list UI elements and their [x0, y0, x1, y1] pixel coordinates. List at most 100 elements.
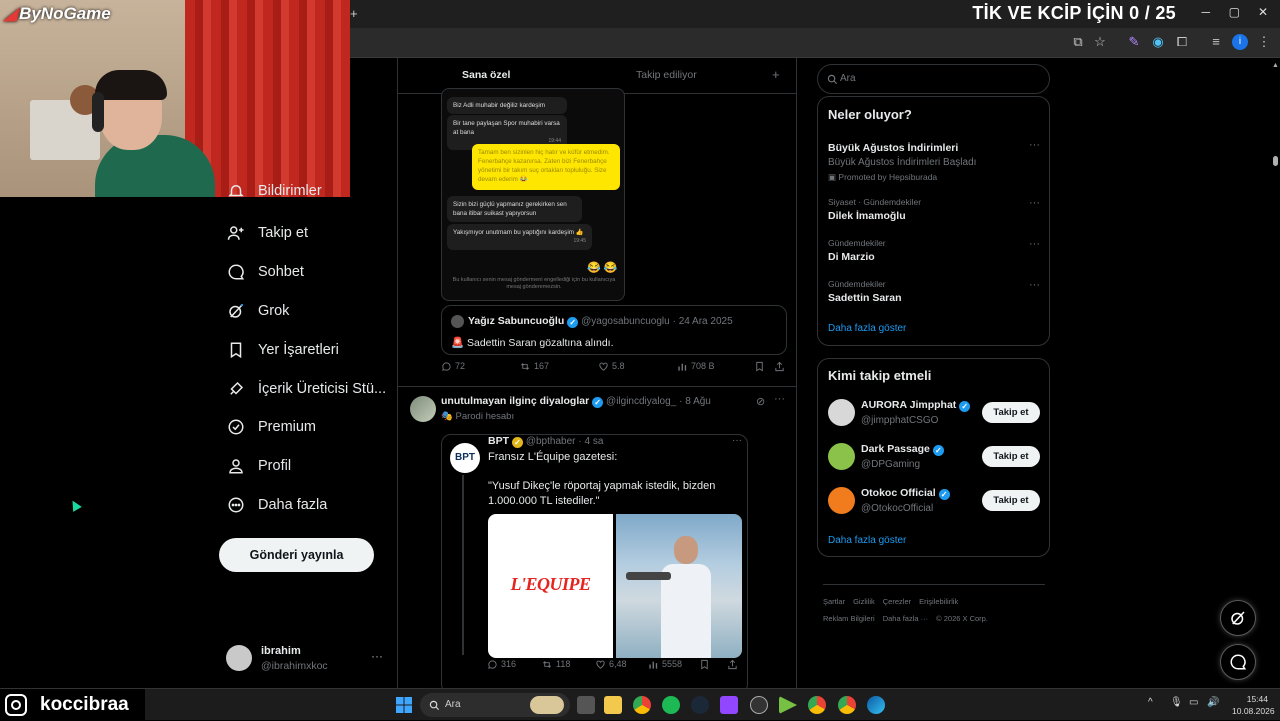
- network-icon[interactable]: ▭: [1189, 697, 1198, 708]
- restore-icon[interactable]: ▢: [1229, 5, 1240, 19]
- tweet-date[interactable]: · 8 Ağu: [679, 396, 711, 407]
- minimize-icon[interactable]: ─: [1201, 5, 1210, 19]
- nav-item-follow[interactable]: Takip et: [226, 218, 308, 248]
- close-icon[interactable]: ✕: [1258, 5, 1268, 19]
- taskbar-clock[interactable]: 15:44 10.08.2026: [1232, 694, 1275, 716]
- footer-link[interactable]: Erişilebilirlik: [919, 597, 958, 606]
- star-icon[interactable]: ☆: [1092, 34, 1108, 50]
- nav-item-premium[interactable]: Premium: [226, 412, 316, 442]
- post-button[interactable]: Gönderi yayınla: [219, 538, 374, 572]
- messages-fab-button[interactable]: [1220, 644, 1256, 680]
- repost-button[interactable]: 118: [541, 659, 570, 670]
- file-explorer-icon[interactable]: [604, 696, 622, 714]
- footer-link[interactable]: Şartlar: [823, 597, 845, 606]
- footer-link[interactable]: Gizlilik: [853, 597, 875, 606]
- repost-button[interactable]: 167: [519, 361, 549, 372]
- nav-item-grok[interactable]: Grok: [226, 296, 289, 326]
- footer-link[interactable]: Daha fazla ···: [883, 614, 928, 623]
- follow-suggestion[interactable]: AURORA Jimpphat ✓ @jimpphatCSGO Takip et: [828, 397, 1040, 429]
- search-input[interactable]: Ara: [817, 64, 1050, 94]
- more-dots-icon[interactable]: ···: [1029, 279, 1040, 291]
- show-more-follow-link[interactable]: Daha fazla göster: [828, 535, 906, 546]
- page-scrollbar[interactable]: ▲: [1270, 58, 1280, 688]
- views-button[interactable]: 708 B: [677, 361, 715, 372]
- chrome-icon[interactable]: [808, 696, 826, 714]
- pen-icon[interactable]: ✎: [1126, 34, 1142, 50]
- follow-button[interactable]: Takip et: [982, 402, 1040, 423]
- tray-chevron-icon[interactable]: ^: [1148, 697, 1153, 708]
- volume-icon[interactable]: 🔊: [1207, 697, 1219, 708]
- trend-item[interactable]: Gündemdekiler Sadettin Saran ···: [828, 279, 1040, 304]
- trend-item[interactable]: Siyaset · Gündemdekiler Dilek İmamoğlu ·…: [828, 197, 1040, 222]
- nav-item-chat[interactable]: Sohbet: [226, 257, 304, 287]
- new-tab-icon[interactable]: +: [350, 6, 358, 21]
- nav-item-creator-studio[interactable]: İçerik Üreticisi Stü...: [226, 374, 386, 404]
- like-button[interactable]: 6,48: [595, 659, 627, 670]
- chrome-icon[interactable]: [838, 696, 856, 714]
- more-dots-icon[interactable]: ···: [1029, 139, 1040, 151]
- steam-icon[interactable]: [691, 696, 709, 714]
- share-icon[interactable]: [774, 361, 785, 372]
- nav-item-more[interactable]: Daha fazla: [226, 490, 327, 520]
- quoted-tweet[interactable]: Yağız Sabuncuoğlu ✓ @yagosabuncuoglu · 2…: [441, 305, 787, 355]
- nav-item-bookmarks[interactable]: Yer İşaretleri: [226, 335, 339, 365]
- follow-button[interactable]: Takip et: [982, 446, 1040, 467]
- twitch-icon[interactable]: [720, 696, 738, 714]
- grok-fab-button[interactable]: [1220, 600, 1256, 636]
- nav-item-notifications[interactable]: Bildirimler: [226, 180, 322, 202]
- more-dots-icon[interactable]: ···: [732, 435, 742, 446]
- grok-icon[interactable]: ⊘: [756, 395, 765, 408]
- show-more-trends-link[interactable]: Daha fazla göster: [828, 323, 906, 334]
- scroll-thumb[interactable]: [1273, 156, 1278, 166]
- taskbar-search[interactable]: Ara: [420, 693, 570, 717]
- more-dots-icon[interactable]: ···: [1029, 197, 1040, 209]
- bookmark-icon[interactable]: [754, 361, 765, 372]
- quoted-tweet[interactable]: BPT BPT ✓ @bpthaber · 4 sa ··· Fransız L…: [441, 434, 748, 688]
- account-switcher[interactable]: ibrahim @ibrahimxkoc ···: [226, 643, 386, 673]
- avatar[interactable]: [410, 396, 436, 422]
- follow-suggestion[interactable]: Dark Passage ✓ @DPGaming Takip et: [828, 441, 1040, 473]
- edge-icon[interactable]: [867, 696, 885, 714]
- nav-item-profile[interactable]: Profil: [226, 451, 291, 481]
- more-dots-icon[interactable]: ···: [774, 393, 785, 405]
- share-icon[interactable]: [727, 659, 738, 670]
- more-dots-icon[interactable]: ···: [1029, 238, 1040, 250]
- verified-badge-icon: ✓: [567, 317, 579, 328]
- more-dots-icon[interactable]: ···: [371, 649, 383, 663]
- trend-item[interactable]: Büyük Ağustos İndirimleri Büyük Ağustos …: [828, 139, 1040, 183]
- avatar: [828, 399, 855, 426]
- tab-for-you[interactable]: Sana özel: [462, 69, 510, 81]
- add-tab-icon[interactable]: +: [772, 67, 780, 82]
- follow-button[interactable]: Takip et: [982, 490, 1040, 511]
- footer-link[interactable]: Çerezler: [883, 597, 911, 606]
- footer-link[interactable]: Reklam Bilgileri: [823, 614, 875, 623]
- windows-start-icon[interactable]: [396, 697, 412, 716]
- chrome-icon[interactable]: [633, 696, 651, 714]
- profile-icon[interactable]: i: [1232, 34, 1248, 50]
- like-button[interactable]: 5.8: [598, 361, 625, 372]
- screenshot-icon[interactable]: ⧉: [1070, 34, 1086, 50]
- spotify-icon[interactable]: [662, 696, 680, 714]
- views-button[interactable]: 5558: [648, 659, 682, 670]
- reply-button[interactable]: 72: [441, 361, 465, 372]
- media-player-icon[interactable]: [779, 696, 797, 714]
- bookmark-icon[interactable]: [699, 659, 710, 670]
- scroll-up-icon[interactable]: ▲: [1272, 62, 1279, 69]
- audio-icon[interactable]: ◉: [1150, 34, 1166, 50]
- microphone-icon[interactable]: 🎙: [1170, 697, 1183, 708]
- reply-button[interactable]: 316: [487, 659, 516, 670]
- follow-icon: [226, 223, 246, 243]
- nav-label: Daha fazla: [258, 497, 328, 513]
- obs-icon[interactable]: [750, 696, 768, 714]
- trend-item[interactable]: Gündemdekiler Di Marzio ···: [828, 238, 1040, 263]
- author-name[interactable]: unutulmayan ilginç diyaloglar: [441, 395, 589, 407]
- author-handle[interactable]: @ilgincdiyalog_: [606, 396, 676, 407]
- reading-list-icon[interactable]: ≡: [1208, 34, 1224, 50]
- tweet-media[interactable]: L'EQUIPE: [488, 514, 742, 658]
- task-view-icon[interactable]: [577, 696, 595, 714]
- follow-suggestion[interactable]: Otokoc Official ✓ @OtokocOfficial Takip …: [828, 485, 1040, 517]
- tab-following[interactable]: Takip ediliyor: [636, 69, 697, 81]
- tweet-image-chat-screenshot[interactable]: Biz Adli muhabir değiliz kardeşim Bir ta…: [441, 88, 625, 301]
- extensions-icon[interactable]: ⧠: [1174, 34, 1190, 50]
- menu-icon[interactable]: ⋮: [1256, 34, 1272, 50]
